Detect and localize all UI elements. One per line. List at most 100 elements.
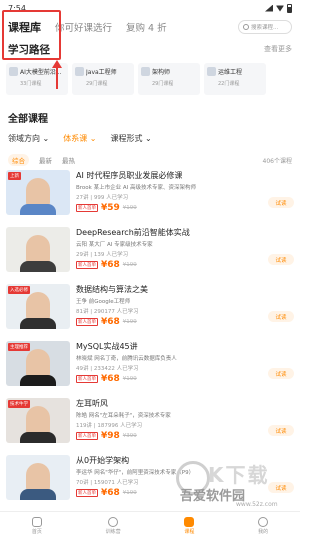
learning-path-cards: AI大模型前沿... 33门课程 Java工程师 29门课程 架构师 29门课程…: [6, 63, 306, 95]
filter-row: 领域方向 ⌄ 体系课 ⌄ 课程形式 ⌄: [8, 133, 152, 144]
new-user-badge: 新人首单: [76, 432, 98, 440]
top-tab-bar: 课程库 你可好课选行 复购 4 折 搜索课程...: [0, 16, 300, 38]
sort-newest[interactable]: 最新: [39, 155, 52, 165]
course-meta: 27讲 | 999 人已学习: [76, 195, 129, 201]
course-item[interactable]: 主理推荐 MySQL实战45讲 林晓斌 网名丁奇，前腾讯云数据库负责人 49讲 …: [6, 341, 294, 395]
course-item[interactable]: 上新 AI 时代程序员职业发展必修课 Brook 某上市企业 AI 高级技术专家…: [6, 170, 294, 224]
course-teacher: Brook 某上市企业 AI 高级技术专家、资深架构师: [76, 185, 196, 191]
new-user-badge: 新人首单: [76, 489, 98, 497]
new-user-badge: 新人首单: [76, 261, 98, 269]
watermark-big-text: K下载: [208, 463, 270, 487]
nav-home[interactable]: 首页: [31, 516, 42, 535]
sort-comprehensive[interactable]: 综合: [8, 154, 29, 166]
nav-home-label: 首页: [31, 528, 42, 535]
try-read-button[interactable]: 试读: [268, 425, 294, 436]
nav-courses[interactable]: 课程: [184, 516, 195, 535]
course-meta: 49讲 | 233422 人已学习: [76, 366, 139, 372]
course-thumbnail: 入选必修: [6, 284, 70, 329]
path-card-name: 运维工程: [218, 69, 243, 76]
course-original-price: ¥199: [122, 490, 137, 496]
path-card[interactable]: 运维工程 22门课程: [204, 63, 266, 95]
try-read-button[interactable]: 试读: [268, 368, 294, 379]
profile-icon: [258, 516, 269, 527]
course-tag: 上新: [8, 172, 21, 180]
course-price: ¥68: [101, 317, 120, 327]
path-card-icon: [141, 67, 150, 76]
new-user-badge: 新人首单: [76, 318, 98, 326]
path-card-name: 架构师: [152, 69, 171, 76]
home-icon: [31, 516, 42, 527]
new-user-badge: 新人首单: [76, 375, 98, 383]
filter-domain[interactable]: 领域方向 ⌄: [8, 133, 49, 144]
course-original-price: ¥199: [122, 262, 137, 268]
instructor-body: [20, 318, 56, 329]
filter-system-course[interactable]: 体系课 ⌄: [63, 133, 96, 144]
instructor-body: [20, 204, 56, 215]
course-original-price: ¥199: [122, 205, 137, 211]
status-bar: 7:54: [0, 0, 300, 16]
search-input[interactable]: 搜索课程...: [238, 20, 292, 34]
try-read-button[interactable]: 试读: [268, 311, 294, 322]
course-meta: 29讲 | 139 人已学习: [76, 252, 129, 258]
course-title: 数据结构与算法之美: [76, 285, 148, 294]
instructor-body: [20, 261, 56, 272]
try-read-button[interactable]: 试读: [268, 197, 294, 208]
instructor-body: [20, 432, 56, 443]
training-icon: [108, 516, 119, 527]
course-teacher: 陈皓 网名"左耳朵耗子"，资深技术专家: [76, 413, 171, 419]
path-card-count: 22门课程: [218, 81, 240, 87]
course-item[interactable]: DeepResearch前沿智能体实战 云阳 某大厂 AI 专家级技术专家 29…: [6, 227, 294, 281]
path-card[interactable]: 架构师 29门课程: [138, 63, 200, 95]
all-courses-title: 全部课程: [8, 114, 48, 125]
search-icon: [243, 24, 249, 30]
signal-icon: [265, 4, 273, 12]
course-price: ¥98: [101, 431, 120, 441]
course-tag: 入选必修: [8, 286, 30, 294]
course-teacher: 云阳 某大厂 AI 专家级技术专家: [76, 242, 153, 248]
course-original-price: ¥399: [122, 433, 137, 439]
sort-row: 综合 最新 最热 406个课程: [8, 154, 292, 166]
course-item[interactable]: 入选必修 数据结构与算法之美 王争 前Google工程师 81讲 | 29017…: [6, 284, 294, 338]
nav-training-label: 训练营: [105, 528, 121, 535]
nav-mine-label: 我的: [258, 528, 269, 535]
tab-repurchase[interactable]: 复购 4 折: [126, 20, 167, 34]
course-title: MySQL实战45讲: [76, 342, 138, 351]
path-card-count: 29门课程: [86, 81, 108, 87]
course-title: AI 时代程序员职业发展必修课: [76, 171, 183, 180]
course-tag: 技术牛学: [8, 400, 30, 408]
learning-path-title: 学习路径: [8, 43, 50, 56]
course-title: DeepResearch前沿智能体实战: [76, 228, 190, 237]
course-price: ¥68: [101, 488, 120, 498]
course-price: ¥68: [101, 260, 120, 270]
annotation-arrow-line: [56, 66, 58, 89]
course-thumbnail: [6, 455, 70, 500]
battery-icon: [287, 3, 292, 13]
sort-hottest[interactable]: 最热: [62, 155, 75, 165]
course-item[interactable]: 技术牛学 左耳听风 陈皓 网名"左耳朵耗子"，资深技术专家 119讲 | 187…: [6, 398, 294, 452]
course-thumbnail: 主理推荐: [6, 341, 70, 386]
course-count: 406个课程: [262, 157, 292, 165]
course-thumbnail: 技术牛学: [6, 398, 70, 443]
course-thumbnail: [6, 227, 70, 272]
try-read-button[interactable]: 试读: [268, 254, 294, 265]
course-teacher: 王争 前Google工程师: [76, 299, 131, 305]
tab-course-library[interactable]: 课程库: [8, 19, 41, 35]
tab-good-courses[interactable]: 你可好课选行: [55, 20, 112, 34]
instructor-body: [20, 489, 56, 500]
path-card[interactable]: Java工程师 29门课程: [72, 63, 134, 95]
filter-course-form[interactable]: 课程形式 ⌄: [111, 133, 152, 144]
see-more-link[interactable]: 查看更多: [264, 44, 292, 54]
site-watermark: K下载 吾爱软件园 www.52z.com: [176, 455, 296, 509]
course-teacher: 林晓斌 网名丁奇，前腾讯云数据库负责人: [76, 356, 177, 362]
nav-mine[interactable]: 我的: [258, 516, 269, 535]
search-placeholder: 搜索课程...: [251, 25, 279, 31]
courses-icon: [184, 516, 195, 527]
annotation-arrow-icon: [52, 60, 62, 68]
wifi-icon: [276, 5, 284, 12]
path-card-icon: [9, 67, 18, 76]
path-card-icon: [75, 67, 84, 76]
course-thumbnail: 上新: [6, 170, 70, 215]
path-card-icon: [207, 67, 216, 76]
path-card-count: 29门课程: [152, 81, 174, 87]
nav-training-camp[interactable]: 训练营: [105, 516, 121, 535]
